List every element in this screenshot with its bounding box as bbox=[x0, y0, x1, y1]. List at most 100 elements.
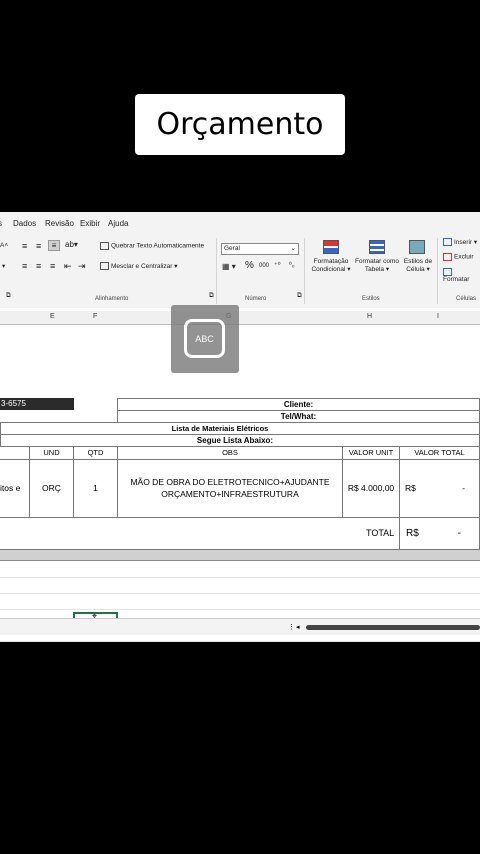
video-title: Orçamento bbox=[135, 94, 345, 155]
format-table-label-2: Tabela bbox=[364, 266, 385, 273]
row-valor-unit-cell[interactable]: R$ 4.000,00 bbox=[342, 459, 400, 518]
header-obs-cell[interactable]: OBS bbox=[117, 446, 343, 460]
insert-button[interactable]: Inserir ▾ bbox=[443, 238, 477, 247]
insert-icon bbox=[443, 238, 452, 247]
number-format-select[interactable]: Geral ⌄ bbox=[221, 243, 299, 255]
align-middle-icon[interactable]: ≡ bbox=[36, 241, 41, 251]
orientation-icon[interactable]: ab▾ bbox=[65, 240, 78, 249]
scroll-thumb[interactable] bbox=[306, 625, 480, 630]
format-table-icon bbox=[369, 240, 385, 254]
align-bottom-icon[interactable]: ≡ bbox=[48, 240, 60, 251]
column-header-e[interactable]: E bbox=[50, 313, 55, 320]
cells-group-label: Células bbox=[456, 296, 477, 302]
gridline bbox=[0, 593, 480, 594]
align-right-icon[interactable]: ≡ bbox=[50, 261, 55, 271]
alignment-launcher-icon[interactable]: ⧉ bbox=[209, 292, 214, 300]
wrap-text-button[interactable]: Quebrar Texto Automaticamente bbox=[100, 242, 204, 250]
header-valor-unit-cell[interactable]: VALOR UNIT bbox=[342, 446, 400, 460]
increase-decimal-icon[interactable]: ⁺⁰ bbox=[274, 261, 281, 269]
cell-styles-label-1: Estilos de bbox=[403, 258, 433, 265]
conditional-format-icon bbox=[323, 240, 339, 254]
wrap-text-icon bbox=[100, 242, 109, 250]
cell-styles-icon bbox=[409, 240, 425, 254]
row-obs-cell[interactable]: MÃO DE OBRA DO ELETROTECNICO+AJUDANTE OR… bbox=[117, 459, 343, 518]
conditional-format-label-2: Condicional bbox=[311, 266, 346, 273]
align-left-icon[interactable]: ≡ bbox=[22, 261, 27, 271]
header-qtd-cell[interactable]: QTD bbox=[73, 446, 118, 460]
decrease-decimal-icon[interactable]: ⁰₀ bbox=[289, 261, 295, 269]
menu-revisao[interactable]: Revisão bbox=[45, 219, 74, 228]
currency-icon[interactable]: ▦ ▾ bbox=[222, 262, 236, 271]
thousands-button[interactable]: 000 bbox=[259, 263, 269, 269]
scroll-left-icon[interactable]: ◂ bbox=[296, 623, 300, 631]
styles-group-label: Estilos bbox=[362, 296, 380, 302]
format-table-button[interactable]: Formatar como Tabela ▾ bbox=[354, 258, 400, 273]
gridline bbox=[0, 577, 480, 578]
number-format-value: Geral bbox=[224, 245, 240, 252]
keyboard-label: ABC bbox=[195, 333, 214, 344]
wrap-text-label: Quebrar Texto Automaticamente bbox=[111, 242, 205, 250]
delete-button[interactable]: Excluir bbox=[443, 253, 474, 261]
delete-label: Excluir bbox=[454, 253, 474, 261]
decrease-indent-icon[interactable]: ⇤ bbox=[64, 261, 72, 272]
font-launcher-icon[interactable]: ⧉ bbox=[6, 292, 11, 300]
excel-window: s Dados Revisão Exibir Ajuda A˄ ▾ ⧉ ≡ ≡ … bbox=[0, 212, 480, 642]
sheet-grid: 3-6575 Cliente: Tel/What: Lista de Mater… bbox=[0, 325, 480, 642]
header-und-cell[interactable]: UND bbox=[29, 446, 74, 460]
merge-center-label: Mesclar e Centralizar bbox=[111, 263, 173, 270]
alignment-group-label: Alinhamento bbox=[95, 296, 129, 302]
column-header-i[interactable]: I bbox=[437, 313, 439, 320]
merge-icon bbox=[100, 262, 109, 271]
percent-button[interactable]: % bbox=[245, 260, 254, 271]
column-headers: E F G H I bbox=[0, 311, 480, 325]
total-value-cell[interactable]: R$ - bbox=[399, 517, 480, 550]
row-obs-line-1: MÃO DE OBRA DO ELETROTECNICO+AJUDANTE bbox=[130, 477, 330, 487]
format-icon bbox=[443, 268, 452, 276]
sheet-splitter-icon[interactable]: ⋮ bbox=[288, 623, 295, 631]
row-desc-cell[interactable]: itos e bbox=[0, 459, 30, 518]
align-center-icon[interactable]: ≡ bbox=[36, 261, 41, 271]
cell-styles-button[interactable]: Estilos de Célula ▾ bbox=[402, 258, 434, 273]
phone-cell[interactable]: 3-6575 bbox=[0, 398, 74, 410]
conditional-format-button[interactable]: Formatação Condicional ▾ bbox=[310, 258, 352, 273]
column-header-f[interactable]: F bbox=[93, 313, 97, 320]
separator bbox=[216, 238, 217, 304]
menu-fragment: s bbox=[0, 219, 2, 228]
separator bbox=[304, 238, 305, 304]
row-und-cell[interactable]: ORÇ bbox=[29, 459, 74, 518]
separator bbox=[437, 238, 438, 304]
tablet-mode-overlay[interactable]: ABC bbox=[171, 305, 239, 373]
delete-icon bbox=[443, 253, 452, 261]
font-dropdown-icon[interactable]: ▾ bbox=[2, 262, 5, 270]
menu-ajuda[interactable]: Ajuda bbox=[108, 219, 128, 228]
cell-styles-label-2: Célula bbox=[406, 266, 425, 273]
font-size-up-icon[interactable]: A˄ bbox=[0, 242, 8, 249]
align-top-icon[interactable]: ≡ bbox=[22, 241, 27, 251]
ribbon: A˄ ▾ ⧉ ≡ ≡ ≡ ab▾ ≡ ≡ ≡ ⇤ ⇥ Quebrar Texto… bbox=[0, 234, 480, 309]
increase-indent-icon[interactable]: ⇥ bbox=[78, 261, 86, 272]
format-button[interactable]: Formatar bbox=[443, 268, 480, 283]
number-group-label: Número bbox=[245, 296, 267, 302]
row-valor-total-cell[interactable]: R$ - bbox=[399, 459, 480, 518]
column-header-h[interactable]: H bbox=[367, 313, 372, 320]
header-desc-cell[interactable] bbox=[0, 446, 30, 460]
gray-separator-row bbox=[0, 550, 480, 561]
conditional-format-label-1: Formatação bbox=[313, 258, 349, 265]
keyboard-icon: ABC bbox=[184, 319, 225, 358]
header-valor-total-cell[interactable]: VALOR TOTAL bbox=[399, 446, 480, 460]
row-obs-line-2: ORÇAMENTO+INFRAESTRUTURA bbox=[161, 489, 299, 499]
horizontal-scrollbar[interactable]: ⋮ ◂ bbox=[0, 618, 480, 635]
total-value: - bbox=[457, 528, 461, 539]
number-launcher-icon[interactable]: ⧉ bbox=[297, 292, 302, 300]
total-label: TOTAL bbox=[366, 528, 395, 538]
total-currency: R$ bbox=[406, 528, 419, 539]
menu-bar: s Dados Revisão Exibir Ajuda bbox=[0, 212, 480, 235]
row-qtd-cell[interactable]: 1 bbox=[73, 459, 118, 518]
chevron-down-icon: ⌄ bbox=[290, 245, 296, 252]
row-total-value: - bbox=[462, 483, 465, 493]
menu-exibir[interactable]: Exibir bbox=[80, 219, 100, 228]
menu-dados[interactable]: Dados bbox=[13, 219, 36, 228]
gridline bbox=[0, 641, 480, 642]
total-spacer-cell bbox=[0, 517, 400, 550]
merge-center-button[interactable]: Mesclar e Centralizar ▾ bbox=[100, 262, 178, 271]
